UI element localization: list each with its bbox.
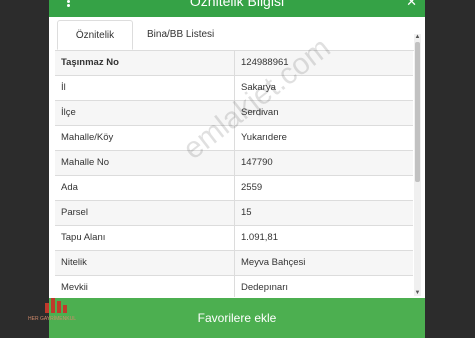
tab-bar: Öznitelik Bilgisi Bina/BB Listesi <box>55 20 419 70</box>
table-scrollbar[interactable]: ▲ ▼ <box>414 34 421 296</box>
tab-attribute-info[interactable]: Öznitelik Bilgisi <box>57 20 133 70</box>
row-label: Ada <box>55 176 235 200</box>
attribute-table: Taşınmaz No 124988961 İl Sakarya İlçe Se… <box>55 50 413 297</box>
row-value: 15 <box>241 207 252 218</box>
table-row: Mevkii Dedepınarı <box>55 275 413 297</box>
table-row: Taşınmaz No 124988961 <box>55 50 413 75</box>
scroll-up-icon[interactable]: ▲ <box>414 34 421 40</box>
table-row: Ada 2559 <box>55 175 413 200</box>
attribute-dialog: Öznitelik Bilgisi ✕ Öznitelik Bilgisi Bi… <box>49 0 425 338</box>
row-label: Tapu Alanı <box>55 226 235 250</box>
row-label: Taşınmaz No <box>55 51 235 75</box>
row-label: Nitelik <box>55 251 235 275</box>
table-row: Tapu Alanı 1.091,81 <box>55 225 413 250</box>
dialog-title: Öznitelik Bilgisi <box>189 0 285 9</box>
brand-text: HER GAYRİMENKUL <box>28 316 76 322</box>
dialog-header: Öznitelik Bilgisi ✕ <box>49 0 425 17</box>
row-value: 2559 <box>241 182 263 193</box>
row-value: Meyva Bahçesi <box>241 257 306 268</box>
table-row: Mahalle No 147790 <box>55 150 413 175</box>
tab-building-list[interactable]: Bina/BB Listesi <box>139 20 222 50</box>
scroll-down-icon[interactable]: ▼ <box>414 290 421 296</box>
row-value: 147790 <box>241 157 273 168</box>
table-row: Parsel 15 <box>55 200 413 225</box>
row-value: 1.091,81 <box>241 232 278 243</box>
row-label: Parsel <box>55 201 235 225</box>
row-label: İl <box>55 76 235 100</box>
table-row: Nitelik Meyva Bahçesi <box>55 250 413 275</box>
row-label: Mevkii <box>55 276 235 297</box>
row-value: Yukarıdere <box>241 132 287 143</box>
close-icon[interactable]: ✕ <box>406 0 417 10</box>
row-value: Dedepınarı <box>241 282 289 293</box>
scroll-thumb[interactable] <box>415 42 420 182</box>
add-favorites-button[interactable]: Favorilere ekle <box>49 298 425 338</box>
